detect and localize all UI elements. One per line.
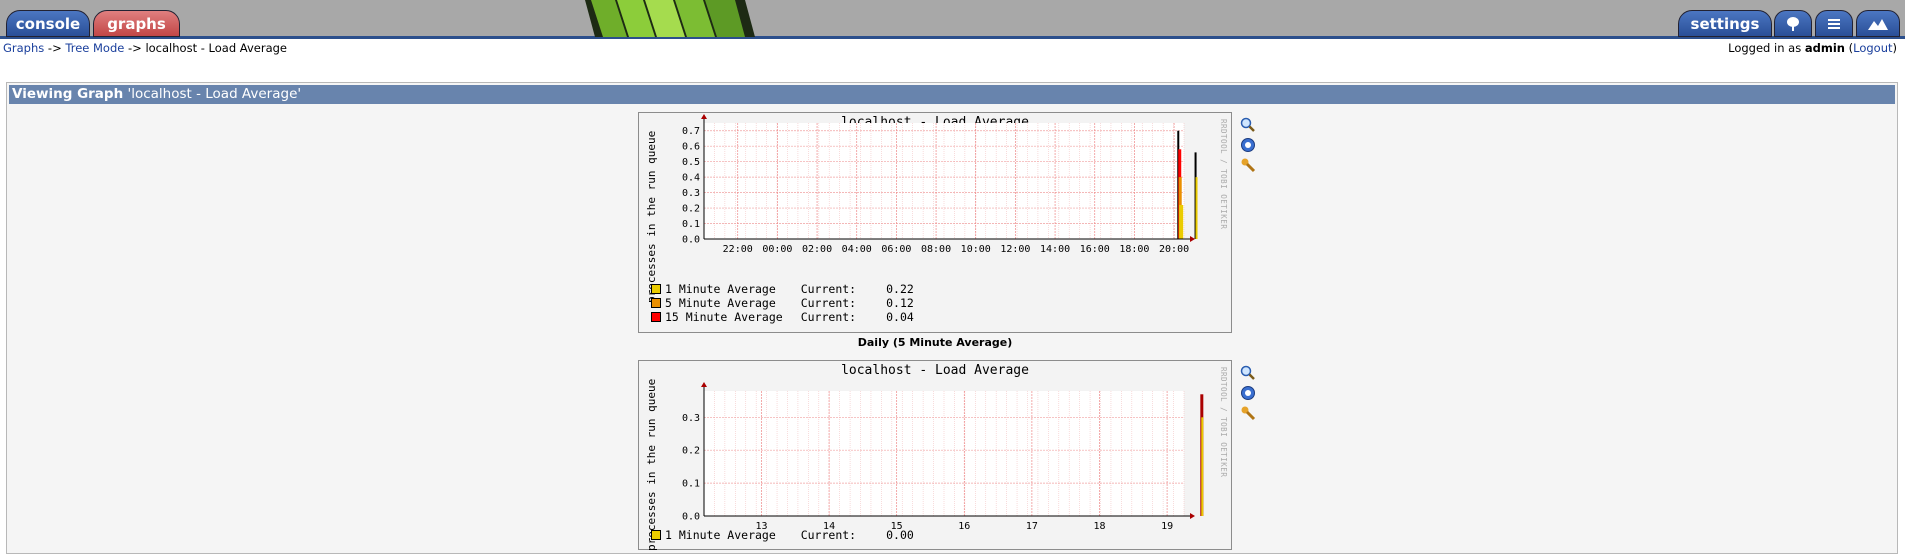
legend-name: 5 Minute Average (665, 296, 783, 310)
graph-plot-area: 0.00.10.20.313 14 15 16 17 18 19 (682, 382, 1204, 532)
legend-name: 1 Minute Average (665, 282, 783, 296)
graph-weekly[interactable]: localhost - Load Average processes in th… (638, 360, 1232, 551)
legend-swatch (651, 312, 661, 322)
y-axis-arrow (701, 382, 707, 387)
y-tick-label: 0.4 (682, 173, 700, 184)
graph-daily[interactable]: localhost - Load Average processes in th… (638, 112, 1232, 333)
y-tick-label: 0.7 (682, 126, 700, 137)
breadcrumb-graphs-link[interactable]: Graphs (3, 41, 44, 55)
graph-actions (1240, 117, 1256, 173)
x-axis-arrow (1190, 236, 1195, 242)
x-tick-label: 17 (1026, 521, 1038, 532)
y-tick-label: 0.1 (682, 219, 700, 230)
y-tick-label: 0.3 (682, 188, 700, 199)
y-tick-label: 0.2 (682, 204, 700, 215)
y-axis-arrow (701, 114, 707, 119)
y-tick-label: 0.6 (682, 142, 700, 153)
zoom-graph-icon[interactable] (1240, 365, 1256, 381)
x-tick-label: 18 (1093, 521, 1105, 532)
x-tick-label: 08:00 (921, 244, 951, 255)
legend-label: Current: (800, 310, 857, 324)
legend-item: 15 Minute Average Current: 0.04 (651, 310, 914, 324)
y-tick-label: 0.3 (682, 413, 700, 424)
tab-console[interactable]: console (6, 10, 90, 37)
legend-name: 15 Minute Average (665, 310, 783, 324)
x-tick-label: 16:00 (1080, 244, 1110, 255)
legend-label: Current: (800, 282, 857, 296)
panel-heading: Viewing Graph 'localhost - Load Average' (9, 85, 1895, 104)
x-tick-label: 04:00 (842, 244, 872, 255)
data-area (1179, 204, 1184, 239)
graph-legend: 1 Minute Average Current: 0.22 5 Minute A… (651, 282, 914, 324)
login-username: admin (1804, 41, 1845, 55)
graph-caption: Daily (5 Minute Average) (857, 336, 1013, 349)
legend-label: Current: (800, 528, 857, 542)
tab-graphs[interactable]: graphs (93, 10, 180, 37)
y-tick-label: 0.0 (682, 512, 700, 523)
legend-value: 0.00 (886, 528, 914, 542)
export-graph-icon[interactable] (1240, 137, 1256, 153)
legend-name: 1 Minute Average (665, 528, 783, 542)
login-status: Logged in as admin (Logout) (1728, 41, 1897, 55)
breadcrumb-current: localhost - Load Average (145, 41, 288, 55)
zoom-graph-icon[interactable] (1240, 117, 1256, 133)
x-tick-label: 19 (1161, 521, 1173, 532)
y-tick-label: 0.5 (682, 157, 700, 168)
y-tick-label: 0.1 (682, 479, 700, 490)
preview-view-tab[interactable] (1856, 10, 1900, 37)
legend-item: 1 Minute Average Current: 0.00 (651, 528, 914, 542)
edit-graph-icon[interactable] (1240, 405, 1256, 421)
legend-swatch (651, 298, 661, 308)
tab-settings[interactable]: settings (1678, 10, 1772, 37)
tree-view-tab[interactable] (1774, 10, 1812, 37)
breadcrumb: Graphs -> Tree Mode -> localhost - Load … (3, 41, 287, 55)
mountain-graph-icon (1868, 18, 1888, 30)
x-tick-label: 16 (958, 521, 970, 532)
top-nav-bar: console graphs settings (0, 0, 1905, 39)
x-tick-label: 02:00 (802, 244, 832, 255)
x-tick-label: 12:00 (1000, 244, 1030, 255)
breadcrumb-separator: -> (44, 41, 66, 55)
x-tick-label: 00:00 (762, 244, 792, 255)
legend-item: 5 Minute Average Current: 0.12 (651, 296, 914, 310)
y-tick-label: 0.2 (682, 446, 700, 457)
legend-item: 1 Minute Average Current: 0.22 (651, 282, 914, 296)
panel-heading-label: Viewing Graph (12, 86, 124, 102)
data-area (1195, 177, 1198, 239)
x-tick-label: 10:00 (961, 244, 991, 255)
tree-icon (1787, 16, 1799, 31)
x-axis-arrow (1190, 513, 1195, 519)
x-tick-label: 20:00 (1159, 244, 1189, 255)
edit-graph-icon[interactable] (1240, 157, 1256, 173)
legend-swatch (651, 530, 661, 540)
panel-heading-graph-name: 'localhost - Load Average' (123, 86, 302, 102)
list-view-tab[interactable] (1815, 10, 1853, 37)
breadcrumb-tree-mode-link[interactable]: Tree Mode (65, 41, 124, 55)
login-prefix: Logged in as (1728, 41, 1805, 55)
logout-link[interactable]: Logout (1853, 41, 1892, 55)
legend-label: Current: (800, 296, 857, 310)
x-tick-label: 22:00 (723, 244, 753, 255)
export-graph-icon[interactable] (1240, 385, 1256, 401)
x-tick-label: 06:00 (881, 244, 911, 255)
list-icon (1828, 18, 1840, 29)
cacti-logo (585, 0, 755, 37)
x-tick-label: 14:00 (1040, 244, 1070, 255)
graph-legend: 1 Minute Average Current: 0.00 (651, 528, 914, 542)
legend-value: 0.04 (886, 310, 914, 324)
breadcrumb-separator: -> (124, 41, 146, 55)
legend-swatch (651, 284, 661, 294)
data-area (1201, 417, 1204, 516)
graph-actions (1240, 365, 1256, 421)
x-tick-label: 18:00 (1119, 244, 1149, 255)
legend-value: 0.12 (886, 296, 914, 310)
legend-value: 0.22 (886, 282, 914, 296)
y-tick-label: 0.0 (682, 235, 700, 246)
